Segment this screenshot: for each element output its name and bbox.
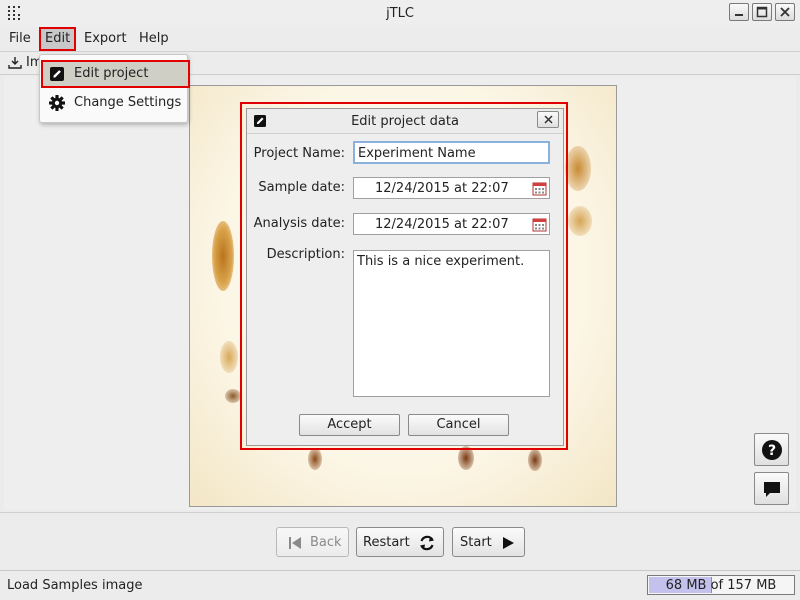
description-label: Description: (266, 247, 345, 262)
menu-item-change-settings[interactable]: Change Settings (41, 89, 186, 117)
close-icon (780, 7, 790, 17)
edit-document-icon (50, 67, 64, 81)
memory-used: 68 MB (665, 578, 707, 593)
close-icon (544, 115, 553, 124)
sample-date-field[interactable]: 12/24/2015 at 22:07 (353, 177, 550, 199)
memory-text: 68 MB of 157 MB (648, 577, 794, 594)
analysis-date-value: 12/24/2015 at 22:07 (375, 217, 509, 232)
back-label: Back (310, 535, 342, 550)
back-button[interactable]: Back (276, 527, 349, 557)
menu-help[interactable]: Help (133, 27, 175, 51)
edit-project-dialog: Edit project data Project Name: Experime… (246, 108, 564, 446)
window-title: jTLC (386, 6, 414, 21)
plate-spot (568, 206, 592, 236)
edit-menu-dropdown: Edit project Change Settings (39, 54, 190, 123)
close-button[interactable] (775, 3, 795, 21)
menu-item-label: Edit project (74, 66, 149, 81)
project-name-label: Project Name: (253, 146, 345, 161)
menu-file[interactable]: File (3, 27, 37, 51)
plate-spot (212, 221, 234, 291)
description-textarea[interactable]: This is a nice experiment. (353, 250, 550, 397)
status-text: Load Samples image (7, 578, 143, 593)
menu-item-edit-project[interactable]: Edit project (41, 60, 190, 88)
restart-label: Restart (363, 535, 410, 550)
plate-spot (225, 389, 241, 403)
sample-date-value: 12/24/2015 at 22:07 (375, 181, 509, 196)
memory-total: of 157 MB (710, 578, 777, 593)
maximize-icon (756, 6, 768, 18)
menu-bar: File Edit Export Help (0, 27, 800, 51)
memory-indicator[interactable]: 68 MB of 157 MB (647, 575, 795, 595)
question-icon: ? (762, 440, 782, 460)
start-label: Start (460, 535, 492, 550)
chat-bubble-icon (764, 482, 780, 497)
menu-export[interactable]: Export (78, 27, 133, 51)
plate-spot (220, 341, 238, 373)
analysis-date-field[interactable]: 12/24/2015 at 22:07 (353, 213, 550, 235)
menu-edit[interactable]: Edit (39, 27, 77, 51)
minimize-icon (735, 14, 743, 16)
svg-text:?: ? (768, 443, 776, 459)
plate-spot (565, 146, 591, 191)
cancel-button[interactable]: Cancel (408, 414, 509, 436)
status-bar: Load Samples image 68 MB of 157 MB (0, 570, 800, 600)
calendar-icon[interactable] (532, 181, 547, 196)
calendar-icon[interactable] (532, 217, 547, 232)
gear-icon (49, 95, 65, 111)
project-name-input[interactable]: Experiment Name (353, 141, 550, 164)
skip-back-icon (289, 537, 301, 549)
start-button[interactable]: Start (452, 527, 525, 557)
maximize-button[interactable] (752, 3, 772, 21)
restart-button[interactable]: Restart (356, 527, 444, 557)
window-titlebar[interactable]: jTLC (0, 0, 800, 28)
minimize-button[interactable] (729, 3, 749, 21)
help-button[interactable]: ? (754, 433, 789, 466)
refresh-icon (420, 535, 434, 551)
sample-date-label: Sample date: (258, 180, 345, 195)
menu-item-label: Change Settings (74, 95, 182, 110)
dialog-close-button[interactable] (537, 111, 559, 128)
import-icon[interactable] (8, 56, 22, 70)
dialog-title: Edit project data (351, 114, 459, 129)
analysis-date-label: Analysis date: (253, 216, 345, 231)
dialog-titlebar[interactable]: Edit project data (247, 109, 563, 134)
play-icon (503, 537, 514, 549)
plate-spot (528, 449, 542, 471)
plate-spot (308, 448, 322, 470)
accept-button[interactable]: Accept (299, 414, 400, 436)
feedback-button[interactable] (754, 472, 789, 505)
